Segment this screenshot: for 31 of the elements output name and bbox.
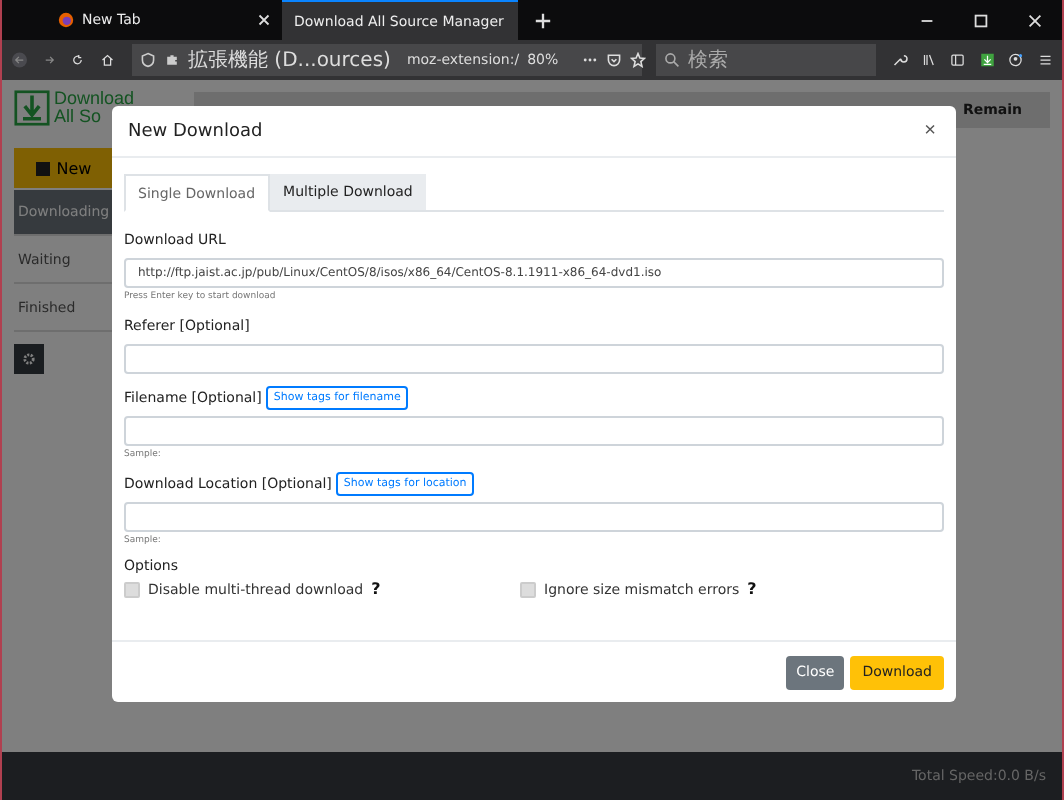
close-icon[interactable]	[258, 14, 270, 26]
help-mark[interactable]: ?	[371, 580, 381, 598]
help-mark[interactable]: ?	[747, 580, 757, 598]
download-extension-icon[interactable]	[979, 48, 994, 72]
star-icon[interactable]	[630, 52, 647, 68]
settings-button[interactable]	[14, 344, 44, 374]
new-tab-icon[interactable]	[534, 11, 552, 29]
sidebar-icon[interactable]	[950, 48, 965, 72]
close-icon[interactable]	[1026, 11, 1044, 29]
site-label: 拡張機能 (D...ources)	[188, 47, 391, 74]
download-logo-icon	[14, 90, 50, 126]
checkbox[interactable]	[520, 581, 536, 597]
new-download-button[interactable]: New	[14, 148, 114, 188]
input-field[interactable]	[124, 416, 944, 446]
search-field[interactable]: 検索	[656, 44, 876, 76]
input-field[interactable]	[124, 502, 944, 532]
puzzle-icon	[164, 52, 180, 68]
pocket-icon[interactable]	[606, 52, 623, 68]
input-field[interactable]	[124, 344, 944, 374]
logo-text: Download	[54, 90, 135, 108]
gear-icon	[22, 352, 36, 366]
account-icon[interactable]	[1008, 48, 1023, 72]
maximize-icon[interactable]	[972, 11, 990, 29]
dialog-title: New Download	[128, 121, 263, 141]
logo-text: All So	[54, 108, 102, 126]
close-button[interactable]: ×	[920, 120, 940, 142]
search-icon	[664, 52, 680, 68]
back-icon[interactable]	[12, 48, 27, 72]
browser-logo-icon	[58, 12, 74, 28]
checkbox[interactable]	[124, 581, 140, 597]
shield-icon	[140, 52, 156, 68]
